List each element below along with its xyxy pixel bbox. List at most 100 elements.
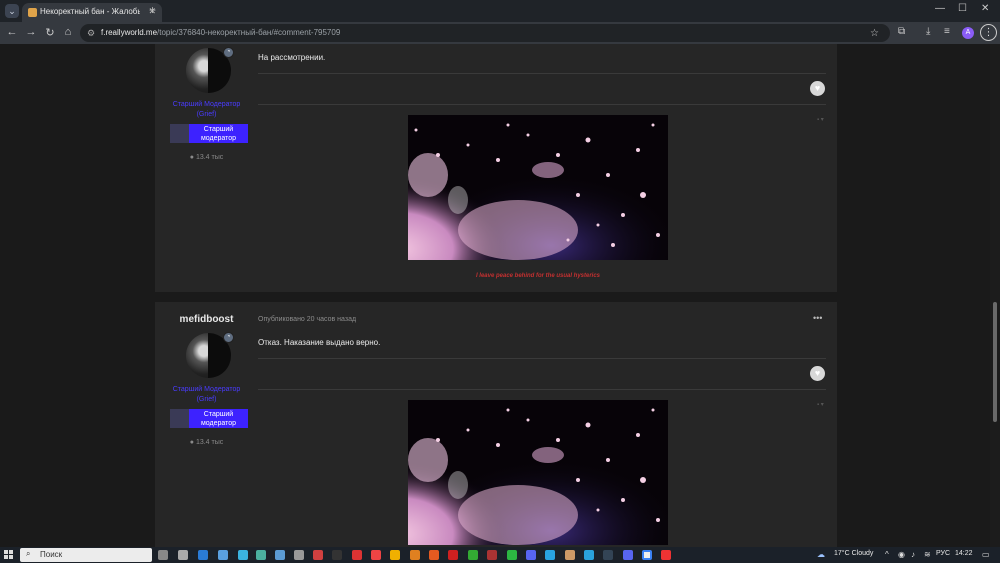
app-icon[interactable] (661, 550, 671, 560)
author-name[interactable]: mefidboost (155, 314, 258, 325)
home-icon[interactable]: ⌂ (61, 26, 75, 38)
online-status-icon: ◔ (223, 47, 234, 58)
discord-icon[interactable] (526, 550, 536, 560)
site-favicon-icon (28, 8, 37, 17)
settings-icon[interactable] (178, 550, 188, 560)
windows-taskbar: ⌕ Поиск ☁ 17°C Cloudy ^ ◉ ♪ ≋ РУС 14:22 … (0, 547, 1000, 563)
comment-icon: ● (189, 154, 194, 161)
heart-icon[interactable]: ♥ (810, 366, 825, 381)
signature-menu-icon[interactable]: ▪ ▾ (817, 116, 824, 123)
author-panel: ◔ Старший Модератор (Grief) Старший моде… (155, 44, 258, 292)
taskbar-search[interactable]: ⌕ Поиск (20, 548, 152, 562)
app-icon[interactable] (371, 550, 381, 560)
reputation: ● 13.4 тыс (155, 154, 258, 161)
address-bar[interactable]: ⚙ f.reallyworld.me/topic/376840-некорект… (80, 24, 890, 42)
heart-icon[interactable]: ♥ (810, 81, 825, 96)
tab-search-button[interactable]: ⌄ (5, 4, 19, 18)
network-icon[interactable]: ◉ (898, 550, 905, 559)
rank-line-2: (Grief) (196, 396, 217, 403)
opera-icon[interactable] (448, 550, 458, 560)
chevron-up-icon[interactable]: ^ (885, 550, 889, 559)
vscode-icon[interactable] (198, 550, 208, 560)
group-label-line-2: модератор (200, 135, 237, 142)
group-label-line-1: Старший (203, 411, 234, 418)
discord-icon[interactable] (623, 550, 633, 560)
app-icon[interactable] (332, 550, 342, 560)
group-label-line-2: модератор (200, 420, 237, 427)
app-icon[interactable] (218, 550, 228, 560)
media-player-icon[interactable] (313, 550, 323, 560)
app-icon[interactable] (390, 550, 400, 560)
signature-image (408, 115, 668, 260)
telegram-icon[interactable] (584, 550, 594, 560)
app-icon[interactable] (410, 550, 420, 560)
app-icon[interactable] (468, 550, 478, 560)
rank-line-1: Старший Модератор (172, 386, 241, 393)
url-host: f.reallyworld.me (101, 28, 158, 37)
app-icon[interactable] (256, 550, 266, 560)
wifi-icon[interactable]: ≋ (924, 550, 931, 559)
reading-list-icon[interactable]: ≡ (944, 26, 950, 37)
whatsapp-icon[interactable] (507, 550, 517, 560)
back-icon[interactable]: ← (5, 26, 19, 38)
post-body: На рассмотрении. (258, 53, 326, 62)
browser-menu-icon[interactable]: ⋮ (980, 24, 997, 41)
group-badge: Старший модератор (170, 409, 248, 428)
author-panel: mefidboost ◔ Старший Модератор (Grief) С… (155, 302, 258, 547)
post-divider (258, 358, 826, 359)
windows-start-icon[interactable] (4, 550, 14, 560)
page-content: ◔ Старший Модератор (Grief) Старший моде… (0, 44, 1000, 547)
reputation-count: 13.4 тыс (195, 439, 224, 446)
new-tab-button[interactable]: + (149, 3, 156, 17)
chrome-icon[interactable] (642, 550, 652, 560)
weather-text[interactable]: 17°C Cloudy (834, 550, 873, 557)
clock[interactable]: 14:22 (955, 550, 973, 557)
notifications-icon[interactable]: ▭ (982, 550, 990, 559)
extensions-icon[interactable]: ⧉ (898, 26, 905, 37)
reload-icon[interactable]: ↻ (43, 26, 57, 39)
app-icon[interactable] (352, 550, 362, 560)
scrollbar-thumb[interactable] (993, 302, 997, 422)
forum-post: mefidboost ◔ Старший Модератор (Grief) С… (155, 302, 837, 547)
reputation-count: 13.4 тыс (195, 154, 224, 161)
rank-line-2: (Grief) (196, 111, 217, 118)
cloud-icon: ☁ (817, 550, 825, 559)
forward-icon[interactable]: → (24, 26, 38, 38)
app-icon[interactable] (565, 550, 575, 560)
browser-tab[interactable]: Некоректный бан - Жалобы ✕ (22, 3, 162, 22)
app-icon[interactable] (294, 550, 304, 560)
language-indicator[interactable]: РУС (936, 550, 950, 557)
browser-toolbar: ← → ↻ ⌂ ⚙ f.reallyworld.me/topic/376840-… (0, 22, 1000, 44)
profile-avatar[interactable]: A (962, 27, 974, 39)
group-icon (170, 124, 189, 143)
task-view-icon[interactable] (158, 550, 168, 560)
post-divider (258, 73, 826, 74)
page-scrollbar[interactable] (990, 44, 1000, 547)
app-icon[interactable] (238, 550, 248, 560)
minimize-icon[interactable]: — (935, 3, 945, 14)
maximize-icon[interactable]: ☐ (958, 3, 967, 14)
app-icon[interactable] (545, 550, 555, 560)
group-label: Старший модератор (189, 124, 248, 143)
url-path: /topic/376840-некоректный-бан/#comment-7… (157, 28, 341, 37)
volume-icon[interactable]: ♪ (911, 550, 915, 559)
bookmark-star-icon[interactable]: ☆ (870, 28, 879, 39)
signature-text: I leave peace behind for the usual hyste… (475, 273, 601, 279)
post-timestamp[interactable]: Опубликовано 20 часов назад (258, 316, 356, 323)
group-icon (170, 409, 189, 428)
online-status-icon: ◔ (223, 332, 234, 343)
close-window-icon[interactable]: ✕ (981, 3, 989, 14)
ellipsis-icon[interactable]: ••• (813, 313, 822, 323)
group-label-line-1: Старший (203, 126, 234, 133)
signature-divider (258, 104, 826, 105)
firefox-icon[interactable] (429, 550, 439, 560)
signature-menu-icon[interactable]: ▪ ▾ (817, 401, 824, 408)
download-icon[interactable]: ⤓ (926, 26, 930, 37)
app-icon[interactable] (487, 550, 497, 560)
app-icon[interactable] (275, 550, 285, 560)
steam-icon[interactable] (603, 550, 613, 560)
sakura-illustration (408, 400, 668, 545)
rank-line-1: Старший Модератор (172, 101, 241, 108)
comment-icon: ● (189, 439, 194, 446)
site-info-icon[interactable]: ⚙ (87, 28, 95, 39)
